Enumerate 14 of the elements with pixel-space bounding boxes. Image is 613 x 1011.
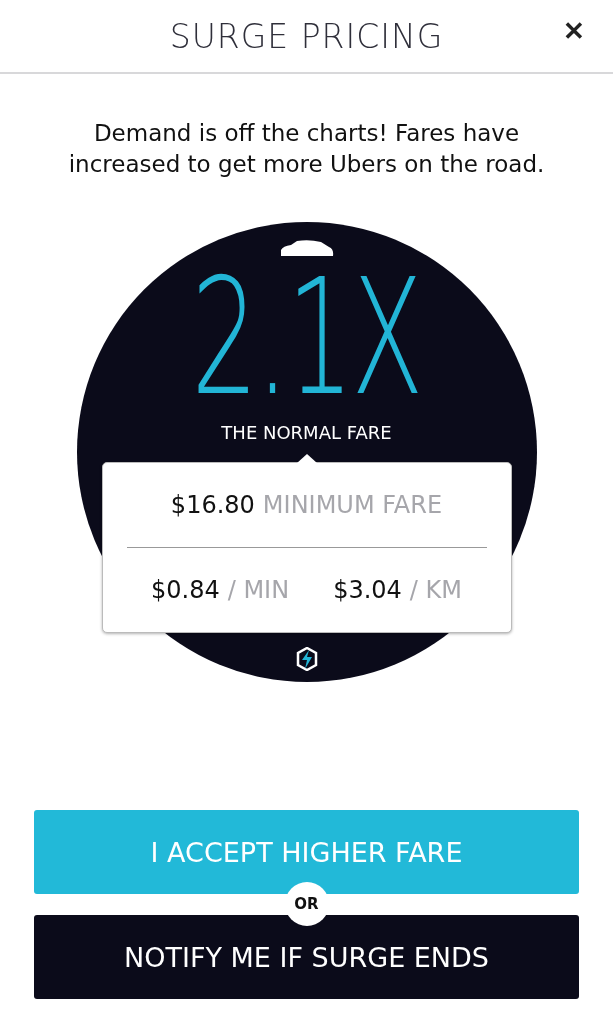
rate-unit: / MIN [227, 576, 290, 604]
surge-caption: THE NORMAL FARE [221, 422, 392, 443]
surge-bolt-icon [295, 647, 318, 671]
minimum-fare-amount: $16.80 [170, 491, 255, 519]
rate-amount: $0.84 [150, 576, 220, 604]
notify-button[interactable]: NOTIFY ME IF SURGE ENDS [34, 915, 579, 999]
rate-amount: $3.04 [333, 576, 402, 604]
surge-message: Demand is off the charts! Fares have increased to get more Ubers on the road. [67, 119, 546, 179]
car-icon [278, 240, 335, 258]
rate-unit: / KM [409, 576, 463, 604]
minimum-fare-label: MINIMUM FARE [262, 491, 443, 519]
close-button[interactable]: ✕ [563, 16, 585, 47]
surge-multiplier: 2.1X [191, 268, 422, 408]
screen-title: SURGE PRICING [169, 16, 444, 56]
